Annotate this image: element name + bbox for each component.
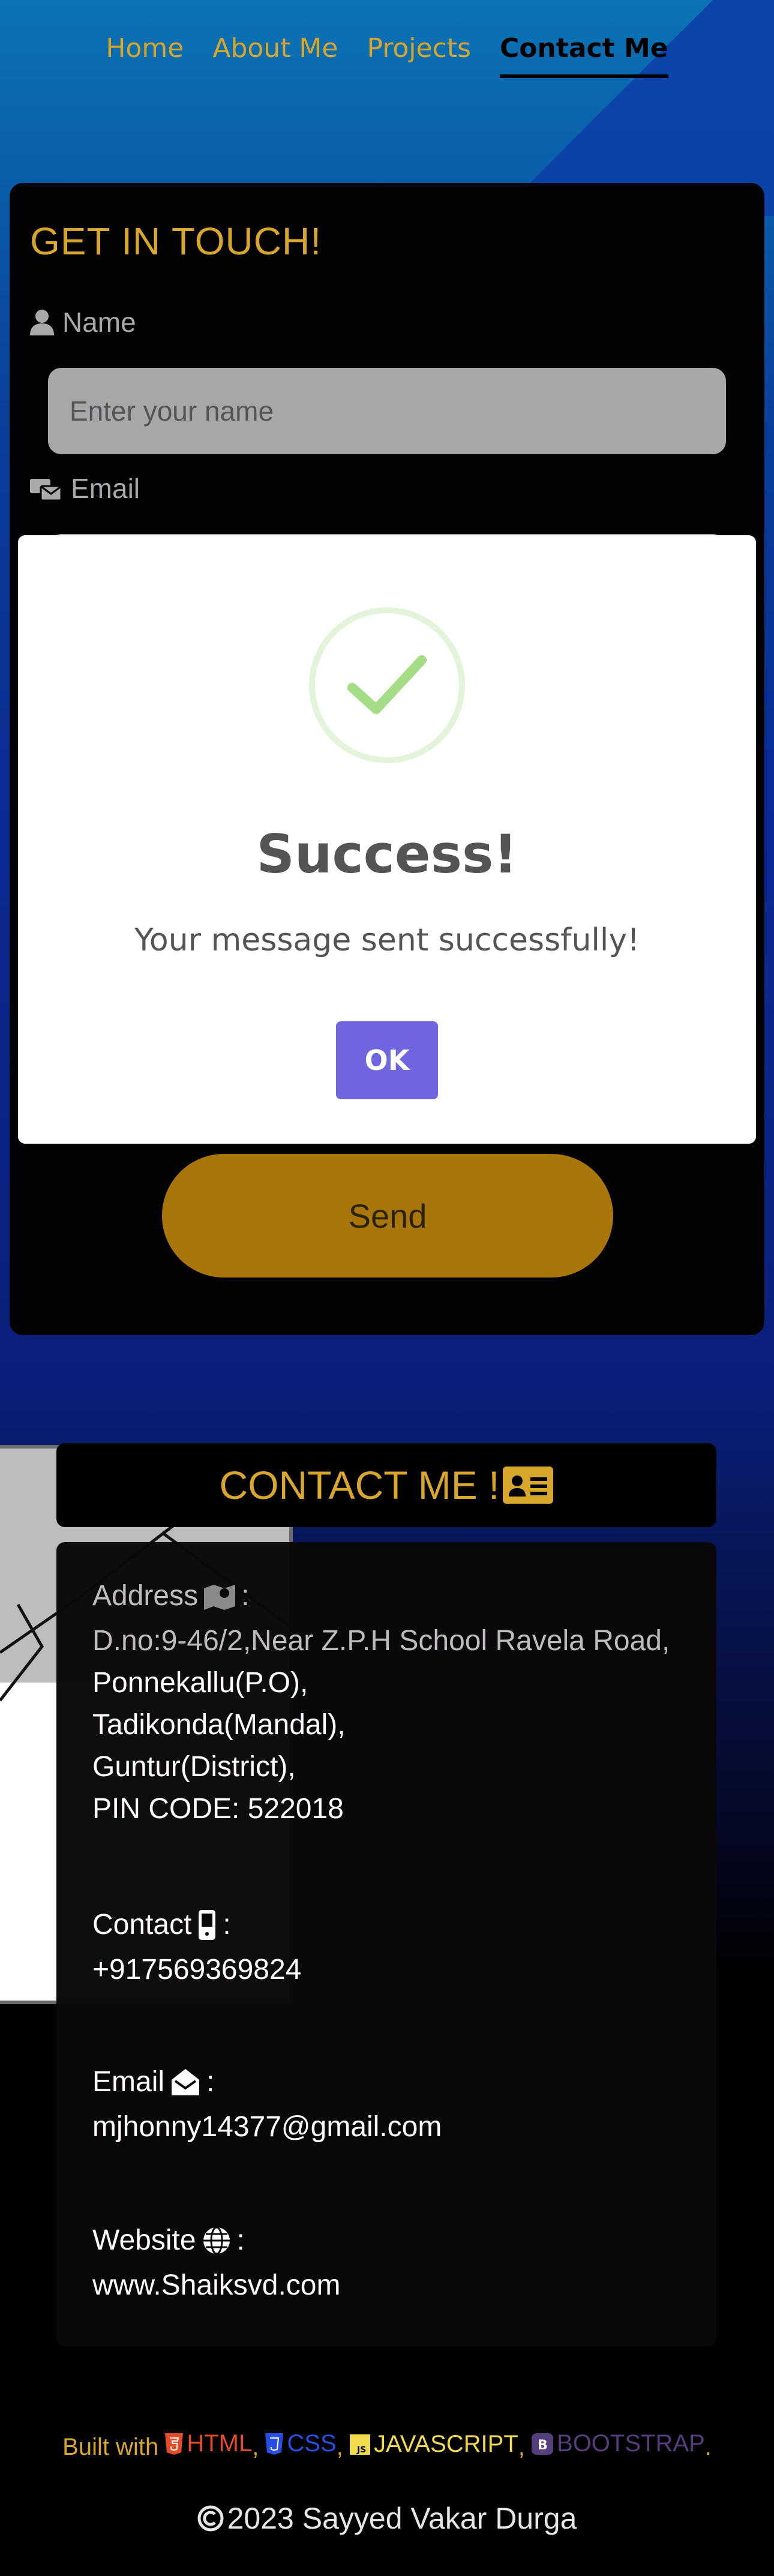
copyright-text: 2023 Sayyed Vakar Durga (227, 2502, 577, 2535)
phone-label: Contact : (92, 1909, 231, 1941)
css3-icon (265, 2433, 284, 2455)
nav-about-me[interactable]: About Me (212, 33, 338, 78)
map-location-icon (204, 1584, 236, 1610)
svg-text:JS: JS (356, 2445, 366, 2455)
built-with-line: Built with HTML , CSS , JS JAVASCRIPT , … (62, 2430, 712, 2460)
email-label-text: Email (71, 473, 140, 504)
website-value[interactable]: www.Shaiksvd.com (92, 2265, 340, 2307)
address-label: Address : (92, 1580, 250, 1612)
contact-me-header: CONTACT ME ! (56, 1443, 716, 1527)
name-label-text: Name (62, 307, 136, 338)
css-credit: CSS (265, 2430, 337, 2457)
email-contact-label: Email : (92, 2066, 215, 2098)
bootstrap-credit: B BOOTSTRAP (532, 2430, 705, 2457)
address-line-2: Ponnekallu(P.O), (92, 1667, 308, 1699)
phone-value[interactable]: +917569369824 (92, 1949, 301, 1991)
nav-projects[interactable]: Projects (367, 33, 470, 78)
main-nav: Home About Me Projects Contact Me (0, 33, 774, 78)
contact-details-card: Address : D.no:9-46/2,Near Z.P.H School … (56, 1542, 716, 2346)
website-label: Website : (92, 2224, 245, 2256)
form-title: GET IN TOUCH! (30, 220, 322, 263)
copyright-line: 2023 Sayyed Vakar Durga (0, 2501, 774, 2536)
ok-button[interactable]: OK (336, 1021, 438, 1099)
contact-me-title: CONTACT ME ! (219, 1463, 500, 1507)
javascript-icon: JS (349, 2434, 370, 2455)
address-line-5: PIN CODE: 522018 (92, 1793, 344, 1825)
name-input[interactable] (48, 368, 726, 454)
modal-title: Success! (256, 823, 518, 885)
address-card-icon (503, 1467, 554, 1504)
globe-icon (203, 2226, 230, 2254)
user-icon (30, 310, 54, 335)
html5-icon (165, 2433, 184, 2455)
envelope-open-icon (172, 2068, 200, 2095)
modal-message: Your message sent successfully! (134, 922, 640, 958)
success-check-icon (309, 607, 465, 763)
nav-home[interactable]: Home (106, 33, 184, 78)
html-credit: HTML (165, 2430, 252, 2457)
mail-bulk-icon (30, 479, 62, 502)
mobile-phone-icon (199, 1909, 216, 1940)
email-value[interactable]: mjhonny14377@gmail.com (92, 2106, 442, 2148)
email-field-label: Email (30, 472, 140, 505)
nav-contact-me[interactable]: Contact Me (499, 33, 668, 78)
address-line-3: Tadikonda(Mandal), (92, 1709, 346, 1741)
send-button[interactable]: Send (162, 1154, 613, 1277)
name-field-label: Name (30, 306, 136, 338)
copyright-icon (197, 2505, 224, 2532)
bootstrap-icon: B (532, 2433, 554, 2455)
svg-text:B: B (538, 2438, 548, 2453)
success-modal: Success! Your message sent successfully!… (18, 535, 756, 1144)
built-with-text: Built with (62, 2433, 159, 2460)
address-line-4: Guntur(District), (92, 1751, 296, 1783)
address-line-1: D.no:9-46/2,Near Z.P.H School Ravela Roa… (92, 1625, 670, 1657)
javascript-credit: JS JAVASCRIPT (349, 2431, 518, 2458)
